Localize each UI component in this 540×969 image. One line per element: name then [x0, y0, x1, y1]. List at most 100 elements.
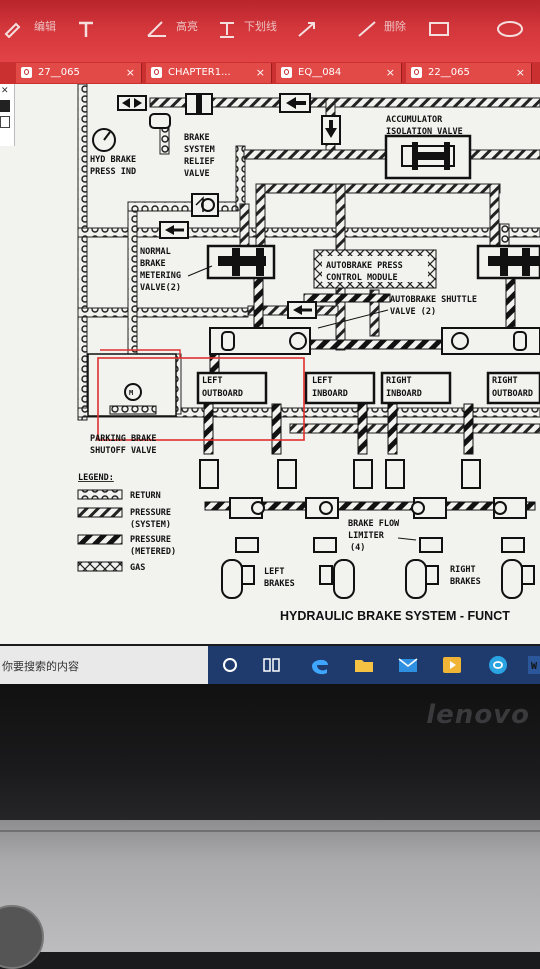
taskbar-search[interactable]: 你要搜索的内容: [0, 646, 208, 684]
label-relief-2: SYSTEM: [184, 145, 215, 155]
label-flow-limiter-3: (4): [350, 543, 365, 553]
autobrake-shuttle-valve-left: [209, 327, 311, 355]
tab-label: 27__065: [38, 67, 80, 78]
label-accumulator-2: ISOLATION VALVE: [386, 127, 463, 137]
close-icon[interactable]: ×: [126, 63, 135, 83]
label-metering-2: BRAKE: [140, 259, 166, 269]
diagram-caption: HYDRAULIC BRAKE SYSTEM - FUNCT: [280, 609, 510, 623]
document-page[interactable]: HYD BRAKE PRESS IND BRAKE SYSTEM RELIEF …: [0, 84, 540, 644]
arrow-icon[interactable]: [296, 20, 318, 38]
label-gauge-m: M: [129, 389, 133, 397]
label-left-outboard-1: LEFT: [202, 376, 222, 386]
side-panel[interactable]: ✕: [0, 84, 15, 146]
toolbar-item-edit[interactable]: 编辑: [34, 18, 56, 34]
highlight-icon[interactable]: [146, 20, 168, 38]
edge-icon[interactable]: [308, 653, 332, 677]
toolbar-item-delete[interactable]: 删除: [384, 18, 406, 34]
mail-icon[interactable]: [396, 653, 420, 677]
cortana-icon[interactable]: [218, 653, 242, 677]
accumulator-isolation-valve: [384, 134, 472, 180]
close-icon[interactable]: ×: [386, 63, 395, 83]
legend-swatches: [77, 489, 123, 572]
tab-chapter1[interactable]: CHAPTER1... ×: [146, 63, 272, 83]
pdf-toolbar: 编辑 高亮 下划线 删除: [0, 0, 540, 62]
pen-icon[interactable]: [4, 20, 26, 38]
pdf-file-icon: [281, 67, 292, 78]
pdf-file-icon: [21, 67, 32, 78]
label-right-outboard-2: OUTBOARD: [492, 389, 533, 399]
label-hyd-brake: HYD BRAKE: [90, 155, 136, 165]
legend-gas: GAS: [130, 563, 145, 573]
underline-icon[interactable]: [216, 20, 238, 38]
hydraulic-brake-schematic: HYD BRAKE PRESS IND BRAKE SYSTEM RELIEF …: [77, 84, 540, 623]
tab-eq-084[interactable]: EQ__084 ×: [276, 63, 402, 83]
label-metering-4: VALVE(2): [140, 283, 181, 293]
text-icon[interactable]: [76, 20, 98, 38]
tab-label: 22__065: [428, 67, 470, 78]
close-icon[interactable]: ×: [256, 63, 265, 83]
legend-return: RETURN: [130, 491, 161, 501]
ellipse-icon[interactable]: [496, 20, 524, 38]
label-left-inboard-2: INBOARD: [312, 389, 348, 399]
label-parking-2: SHUTOFF VALVE: [90, 446, 157, 456]
legend-pressure-2b: (METERED): [130, 547, 176, 557]
taskbar: W: [208, 646, 540, 684]
label-left-outboard-2: OUTBOARD: [202, 389, 243, 399]
line-icon[interactable]: [356, 20, 378, 38]
label-right-outboard-1: RIGHT: [492, 376, 518, 386]
toolbar-item-underline[interactable]: 下划线: [244, 18, 277, 34]
legend-pressure-1b: (SYSTEM): [130, 520, 171, 530]
label-right-brakes-1: RIGHT: [450, 565, 476, 575]
label-shuttle-1: AUTOBRAKE SHUTTLE: [390, 295, 477, 305]
hyd-press-transmitter: [117, 95, 147, 111]
metering-valve-left: [206, 244, 276, 280]
label-left-brakes-1: LEFT: [264, 567, 284, 577]
close-icon[interactable]: ×: [516, 63, 525, 83]
rect-icon[interactable]: [428, 20, 450, 38]
tab-label: EQ__084: [298, 67, 342, 78]
legend-pressure-1: PRESSURE: [130, 508, 171, 518]
relief-valve: [191, 193, 219, 217]
metering-valve-right: [476, 244, 540, 280]
panel-swatch[interactable]: [0, 116, 10, 128]
label-autobrake-1: AUTOBRAKE PRESS: [326, 261, 403, 271]
panel-swatch[interactable]: [0, 100, 10, 112]
filter-element: [196, 94, 202, 114]
word-icon[interactable]: W: [524, 653, 540, 677]
app-icon[interactable]: [486, 653, 510, 677]
laptop-brand-logo: lenovo: [426, 700, 530, 730]
tab-22-065[interactable]: 22__065 ×: [406, 63, 532, 83]
toolbar-item-highlight[interactable]: 高亮: [176, 18, 198, 34]
label-autobrake-2: CONTROL MODULE: [326, 273, 398, 283]
label-metering-1: NORMAL: [140, 247, 171, 257]
search-placeholder: 你要搜索的内容: [2, 660, 79, 673]
label-relief-4: VALVE: [184, 169, 210, 179]
close-icon[interactable]: ✕: [1, 86, 9, 96]
legend-title: LEGEND:: [78, 473, 114, 483]
label-relief-1: BRAKE: [184, 133, 210, 143]
label-left-brakes-2: BRAKES: [264, 579, 295, 589]
autobrake-shuttle-valve-right: [441, 327, 540, 355]
label-flow-limiter-2: LIMITER: [348, 531, 385, 541]
label-right-inboard-1: RIGHT: [386, 376, 412, 386]
label-right-brakes-2: BRAKES: [450, 577, 481, 587]
label-parking-1: PARKING BRAKE: [90, 434, 157, 444]
check-valve-top: [149, 113, 171, 129]
laptop-hinge: [0, 820, 540, 952]
tab-bar: 27__065 × CHAPTER1... × EQ__084 × 22__06…: [0, 62, 540, 84]
svg-text:W: W: [531, 661, 538, 672]
label-relief-3: RELIEF: [184, 157, 215, 167]
file-explorer-icon[interactable]: [352, 653, 376, 677]
label-left-inboard-1: LEFT: [312, 376, 332, 386]
media-player-icon[interactable]: [440, 653, 464, 677]
label-press-ind: PRESS IND: [90, 167, 136, 177]
pdf-file-icon: [411, 67, 422, 78]
brake-fuses: [199, 459, 481, 489]
label-right-inboard-2: INBOARD: [386, 389, 422, 399]
label-metering-3: METERING: [140, 271, 181, 281]
label-flow-limiter-1: BRAKE FLOW: [348, 519, 400, 529]
parking-brake-shutoff-valve: [87, 353, 177, 417]
tab-27-065[interactable]: 27__065 ×: [16, 63, 142, 83]
task-view-icon[interactable]: [260, 653, 284, 677]
label-accumulator-1: ACCUMULATOR: [386, 115, 443, 125]
